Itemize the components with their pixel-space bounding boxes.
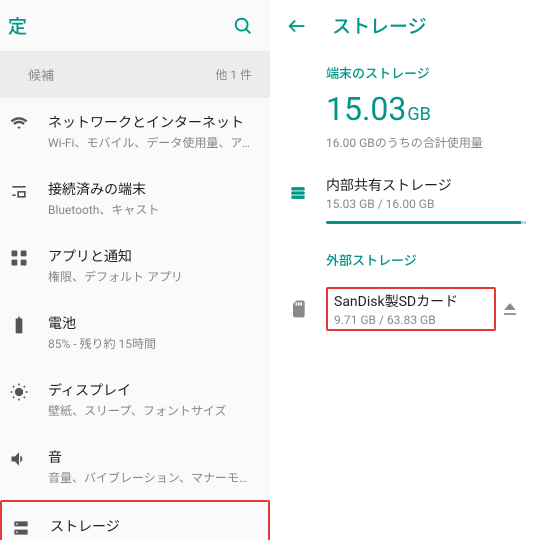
sound-icon <box>8 447 30 469</box>
right-header: ストレージ <box>270 0 540 51</box>
external-storage-label: 外部ストレージ <box>270 238 540 277</box>
suggestion-label: 候補 <box>28 65 54 84</box>
apps-icon <box>8 246 30 268</box>
suggestion-count: 他 1 件 <box>215 66 252 83</box>
item-sub: 壁紙、スリープ、フォントサイズ <box>48 402 258 419</box>
left-header: 定 <box>0 0 270 51</box>
storage-panel: ストレージ 端末のストレージ 15.03GB 16.00 GBのうちの合計使用量… <box>270 0 540 540</box>
settings-item-sound[interactable]: 音 音量、バイブレーション、マナーモード <box>0 433 270 500</box>
internal-title: 内部共有ストレージ <box>326 175 524 195</box>
settings-item-display[interactable]: ディスプレイ 壁紙、スリープ、フォントサイズ <box>0 366 270 433</box>
item-label: ネットワークとインターネット <box>48 112 258 132</box>
item-sub: Wi-Fi、モバイル、データ使用量、アクセス ポイ… <box>48 134 258 151</box>
settings-item-battery[interactable]: 電池 85% - 残り約 15時間 <box>0 299 270 366</box>
settings-item-storage[interactable]: ストレージ 使用済み 94% - 空き容量 886 MB <box>0 500 270 540</box>
item-label: 電池 <box>48 313 258 333</box>
item-sub: Bluetooth、キャスト <box>48 201 258 218</box>
item-label: ストレージ <box>50 516 256 536</box>
internal-progress <box>326 221 524 224</box>
settings-item-apps[interactable]: アプリと通知 権限、デフォルト アプリ <box>0 232 270 299</box>
sdcard-title: SanDisk製SDカード <box>334 291 488 311</box>
settings-title: 定 <box>8 12 27 39</box>
device-storage-label: 端末のストレージ <box>270 51 540 90</box>
eject-icon[interactable] <box>496 299 524 319</box>
item-label: ディスプレイ <box>48 380 258 400</box>
item-label: 接続済みの端末 <box>48 179 258 199</box>
total-usage-line: 16.00 GBのうちの合計使用量 <box>270 128 540 165</box>
used-storage-value: 15.03GB <box>270 90 540 128</box>
item-sub: 音量、バイブレーション、マナーモード <box>48 469 258 486</box>
item-label: アプリと通知 <box>48 246 258 266</box>
display-icon <box>8 380 30 402</box>
storage-title: ストレージ <box>332 12 427 39</box>
settings-item-connected[interactable]: 接続済みの端末 Bluetooth、キャスト <box>0 165 270 232</box>
search-icon[interactable] <box>232 15 254 37</box>
sdcard-icon <box>270 299 326 319</box>
settings-item-network[interactable]: ネットワークとインターネット Wi-Fi、モバイル、データ使用量、アクセス ポイ… <box>0 98 270 165</box>
suggestion-bar[interactable]: 候補 他 1 件 <box>0 51 270 98</box>
item-sub: 85% - 残り約 15時間 <box>48 335 258 352</box>
internal-storage-icon <box>270 183 326 203</box>
devices-icon <box>8 179 30 201</box>
sdcard-row[interactable]: SanDisk製SDカード 9.71 GB / 63.83 GB <box>270 277 540 335</box>
internal-storage-row[interactable]: 内部共有ストレージ 15.03 GB / 16.00 GB <box>270 165 540 215</box>
back-arrow-icon[interactable] <box>286 15 308 37</box>
internal-sub: 15.03 GB / 16.00 GB <box>326 197 524 211</box>
battery-icon <box>8 313 30 335</box>
item-label: 音 <box>48 447 258 467</box>
sdcard-sub: 9.71 GB / 63.83 GB <box>334 313 488 327</box>
settings-panel: 定 候補 他 1 件 ネットワークとインターネット Wi-Fi、モバイル、データ… <box>0 0 270 540</box>
storage-icon <box>10 516 32 538</box>
item-sub: 権限、デフォルト アプリ <box>48 268 258 285</box>
wifi-icon <box>8 112 30 134</box>
